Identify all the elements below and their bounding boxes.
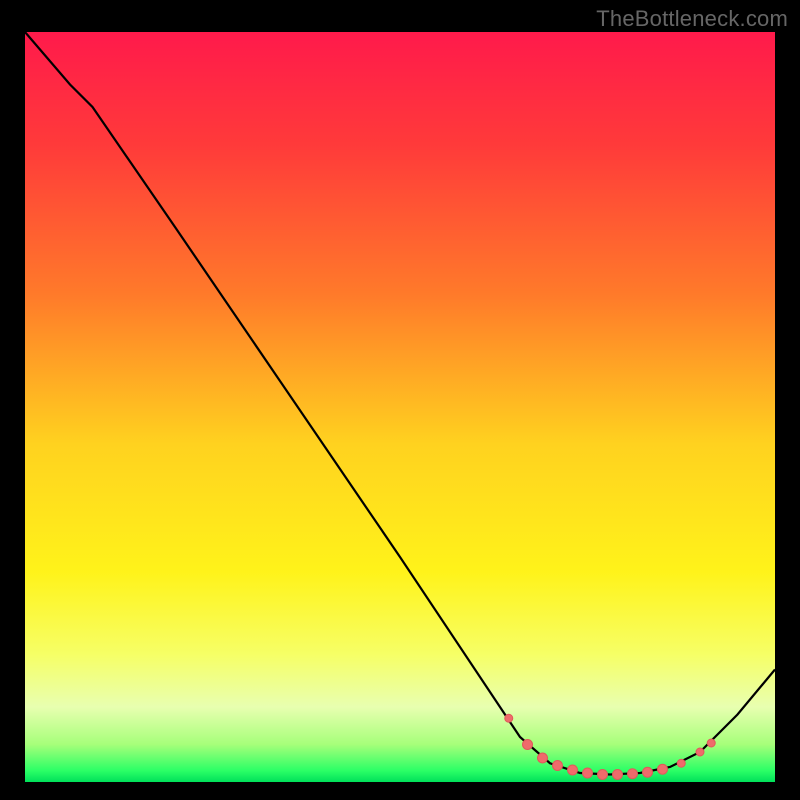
curve-marker bbox=[643, 767, 653, 777]
curve-marker bbox=[628, 769, 638, 779]
curve-marker bbox=[677, 759, 685, 767]
curve-marker bbox=[583, 768, 593, 778]
chart-svg bbox=[25, 32, 775, 782]
curve-marker bbox=[696, 748, 704, 756]
curve-marker bbox=[658, 764, 668, 774]
curve-marker bbox=[538, 753, 548, 763]
chart-stage: TheBottleneck.com bbox=[0, 0, 800, 800]
curve-marker bbox=[707, 739, 715, 747]
bottleneck-chart bbox=[25, 32, 775, 782]
curve-marker bbox=[568, 765, 578, 775]
heat-background bbox=[25, 32, 775, 782]
curve-marker bbox=[505, 714, 513, 722]
curve-marker bbox=[553, 761, 563, 771]
curve-marker bbox=[613, 770, 623, 780]
curve-marker bbox=[598, 770, 608, 780]
curve-marker bbox=[523, 740, 533, 750]
watermark-text: TheBottleneck.com bbox=[596, 6, 788, 32]
